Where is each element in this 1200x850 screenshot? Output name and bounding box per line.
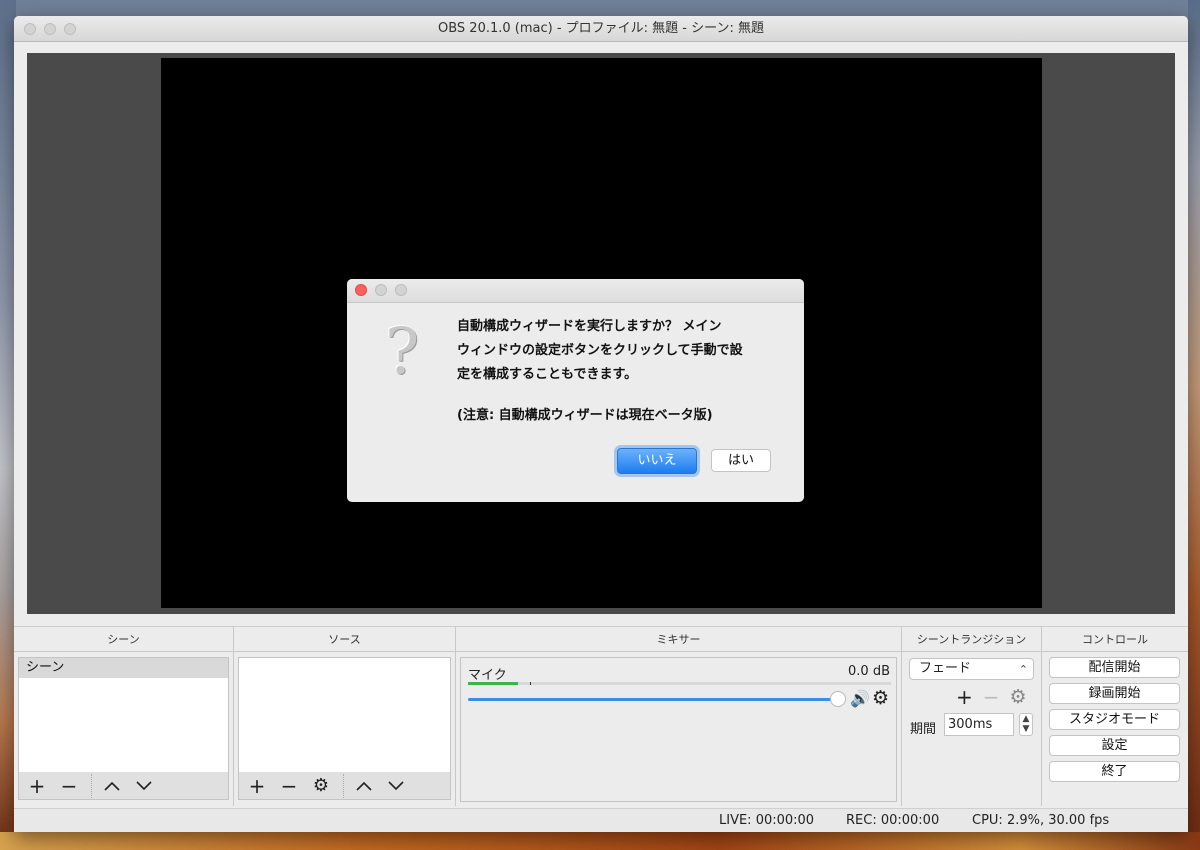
transition-select-value: フェード (919, 661, 972, 676)
start-streaming-button[interactable]: 配信開始 (1049, 657, 1180, 678)
live-timer: LIVE: 00:00:00 (719, 813, 815, 828)
mixer-channel-name: マイク (468, 668, 507, 683)
move-down-icon[interactable] (386, 776, 406, 796)
dialog-minimize-button (375, 284, 387, 296)
add-transition-icon[interactable]: + (956, 687, 973, 707)
volume-slider-track[interactable] (468, 698, 838, 701)
audio-level-meter (468, 682, 891, 685)
add-scene-icon[interactable]: + (27, 776, 47, 796)
mixer-gear-icon[interactable]: ⚙ (872, 687, 889, 709)
dialog-beta-note: (注意: 自動構成ウィザードは現在ベータ版) (457, 408, 713, 423)
controls-dock-title: コントロール (1042, 626, 1188, 652)
dialog-titlebar[interactable] (347, 279, 804, 303)
mixer-channel: マイク 0.0 dB 🔊 ⚙ (460, 657, 897, 802)
speaker-icon[interactable]: 🔊 (850, 689, 870, 708)
mixer-dock-title: ミキサー (456, 626, 901, 652)
scenes-list[interactable]: シーン (18, 657, 229, 773)
duration-label: 期間 (910, 722, 937, 737)
yes-button[interactable]: はい (711, 449, 771, 472)
desktop-wallpaper-bottom (0, 832, 1200, 850)
minimize-window-button[interactable] (44, 23, 56, 35)
add-source-icon[interactable]: + (247, 776, 267, 796)
dialog-message-line: 自動構成ウィザードを実行しますか？ メイン (457, 319, 722, 334)
source-properties-gear-icon[interactable]: ⚙ (311, 775, 331, 796)
scenes-dock: シーン シーン + − (14, 626, 234, 806)
transitions-dock: シーントランジション フェード ⌃ + − ⚙ 期間 300ms ▲ ▼ (902, 626, 1042, 806)
duration-input[interactable]: 300ms (944, 713, 1014, 736)
window-controls (24, 23, 76, 35)
status-bar: LIVE: 00:00:00 REC: 00:00:00 CPU: 2.9%, … (14, 808, 1188, 832)
move-down-icon[interactable] (134, 776, 154, 796)
auto-config-dialog: ? 自動構成ウィザードを実行しますか？ メイン ウィンドウの設定ボタンをクリック… (347, 279, 804, 502)
volume-slider-knob[interactable] (830, 691, 846, 707)
transition-gear-icon[interactable]: ⚙ (1010, 687, 1027, 707)
remove-scene-icon[interactable]: − (59, 776, 79, 796)
sources-list[interactable] (238, 657, 451, 773)
sources-dock-title: ソース (234, 626, 455, 652)
dialog-message-line: ウィンドウの設定ボタンをクリックして手動で設 (457, 343, 743, 358)
question-icon: ? (385, 315, 420, 389)
toolbar-separator (343, 773, 344, 798)
mixer-dock: ミキサー マイク 0.0 dB 🔊 ⚙ (456, 626, 902, 806)
transitions-dock-title: シーントランジション (902, 626, 1041, 652)
scene-list-item[interactable]: シーン (19, 658, 228, 678)
scenes-toolbar: + − (18, 772, 229, 800)
no-button[interactable]: いいえ (617, 448, 697, 474)
move-up-icon[interactable] (102, 776, 122, 796)
transition-select[interactable]: フェード ⌃ (909, 658, 1034, 680)
audio-level-fill (468, 682, 518, 685)
duration-stepper[interactable]: ▲ ▼ (1019, 713, 1033, 736)
zoom-window-button[interactable] (64, 23, 76, 35)
sources-dock: ソース + − ⚙ (234, 626, 456, 806)
start-recording-button[interactable]: 録画開始 (1049, 683, 1180, 704)
move-up-icon[interactable] (354, 776, 374, 796)
dialog-window-controls (355, 284, 407, 296)
rec-timer: REC: 00:00:00 (846, 813, 940, 828)
dialog-message: 自動構成ウィザードを実行しますか？ メイン ウィンドウの設定ボタンをクリックして… (457, 315, 787, 387)
exit-button[interactable]: 終了 (1049, 761, 1180, 782)
sources-toolbar: + − ⚙ (238, 772, 451, 800)
dialog-message-line: 定を構成することもできます。 (457, 367, 638, 382)
dock-panel: シーン シーン + − ソース + − ⚙ ミキサー マイク 0.0 dB 🔊 … (14, 626, 1188, 806)
select-arrows-icon: ⌃ (1018, 663, 1028, 676)
audio-peak-tick (530, 682, 531, 685)
window-titlebar[interactable]: OBS 20.1.0 (mac) - プロファイル: 無題 - シーン: 無題 (14, 16, 1188, 42)
desktop-wallpaper-right (1188, 0, 1200, 850)
mixer-channel-db: 0.0 dB (848, 664, 890, 679)
dialog-zoom-button (395, 284, 407, 296)
scenes-dock-title: シーン (14, 626, 233, 652)
studio-mode-button[interactable]: スタジオモード (1049, 709, 1180, 730)
remove-transition-icon[interactable]: − (983, 687, 1000, 707)
controls-dock: コントロール 配信開始 録画開始 スタジオモード 設定 終了 (1042, 626, 1188, 806)
transition-toolbar: + − ⚙ (956, 687, 1027, 707)
close-window-button[interactable] (24, 23, 36, 35)
window-title: OBS 20.1.0 (mac) - プロファイル: 無題 - シーン: 無題 (438, 21, 764, 36)
settings-button[interactable]: 設定 (1049, 735, 1180, 756)
dialog-close-button[interactable] (355, 284, 367, 296)
cpu-fps-status: CPU: 2.9%, 30.00 fps (972, 813, 1110, 828)
remove-source-icon[interactable]: − (279, 776, 299, 796)
toolbar-separator (91, 773, 92, 798)
